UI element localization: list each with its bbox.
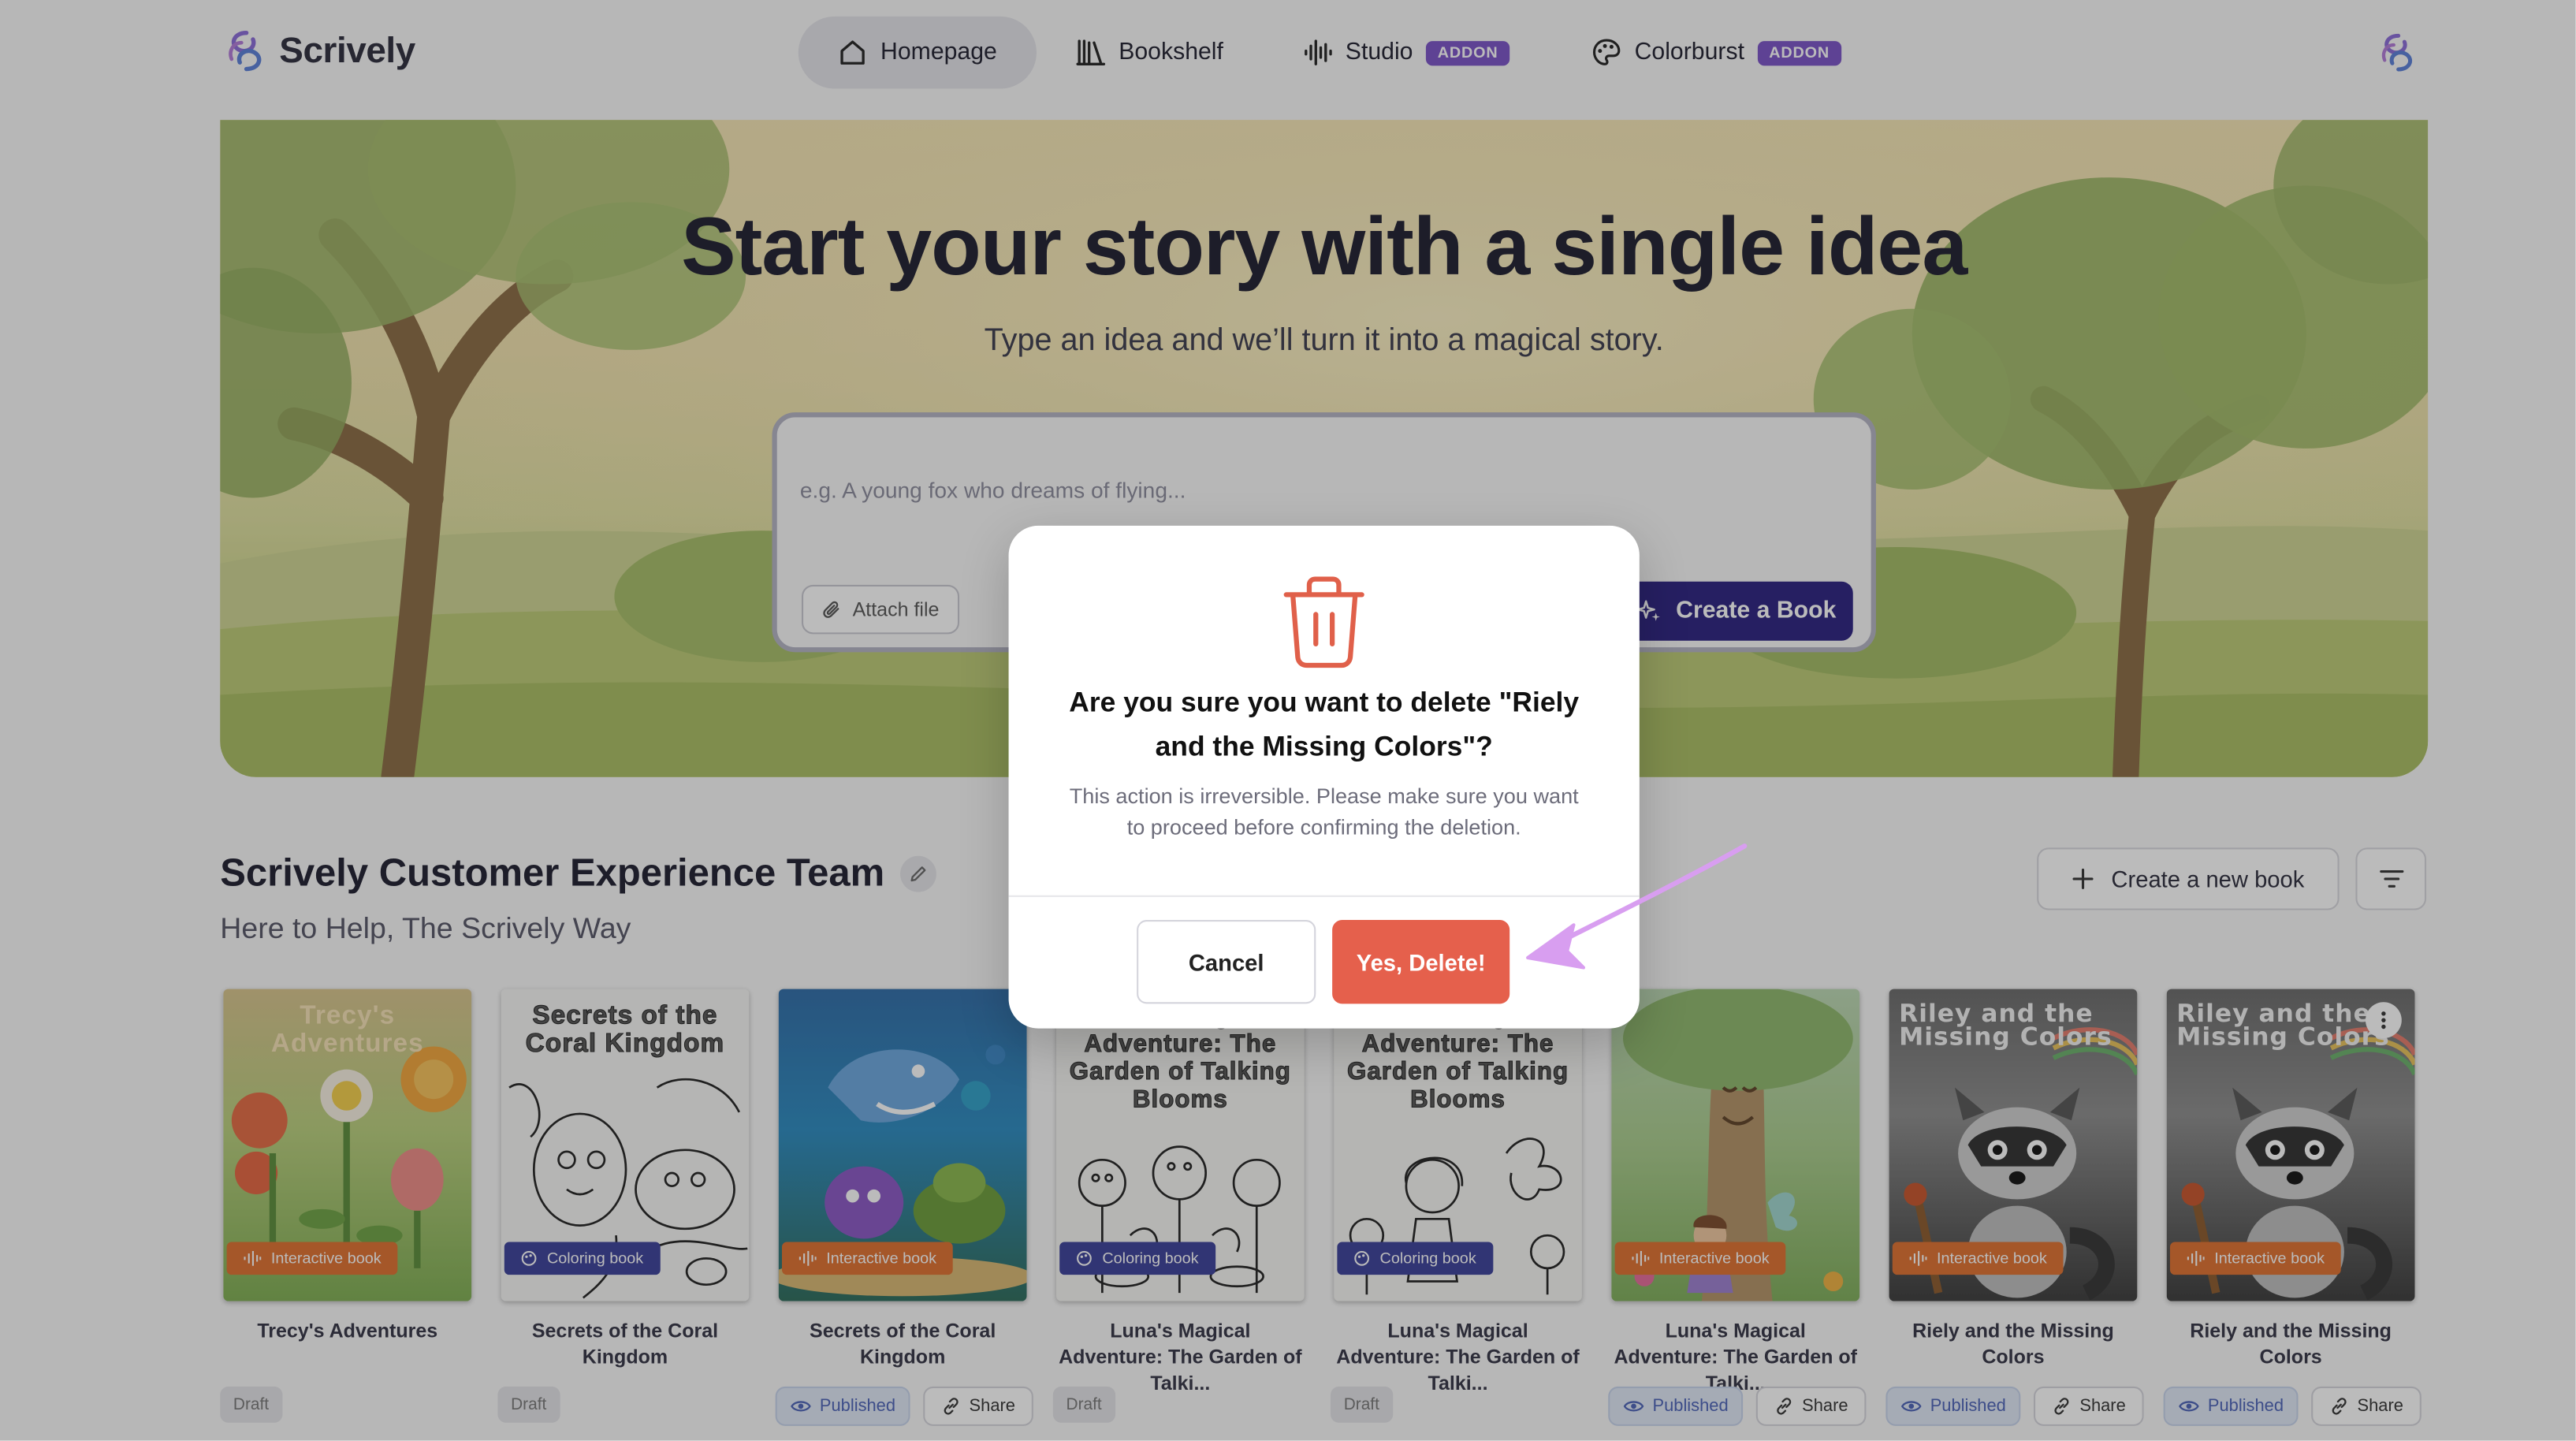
annotation-arrow-icon — [1526, 843, 1748, 970]
cancel-button[interactable]: Cancel — [1137, 920, 1316, 1004]
dialog-message: This action is irreversible. Please make… — [1069, 784, 1579, 840]
dialog-title: Are you sure you want to delete "Riely a… — [1069, 687, 1580, 762]
app-stage: Scrively Homepage Bookshelf Studio ADDON… — [0, 0, 2576, 1441]
trash-icon — [1283, 576, 1364, 668]
confirm-delete-button[interactable]: Yes, Delete! — [1332, 920, 1510, 1004]
